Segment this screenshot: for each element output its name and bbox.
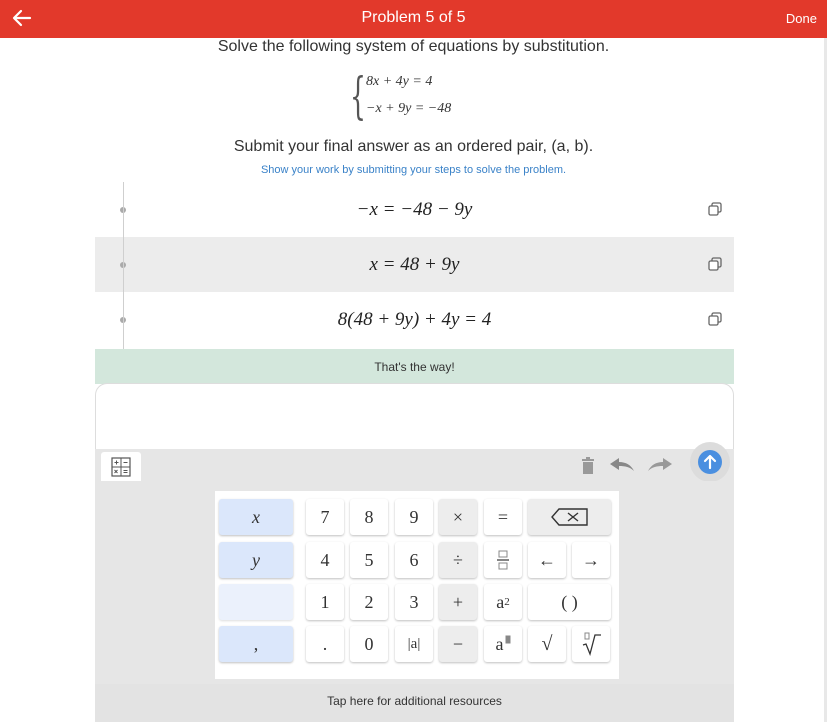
copy-icon[interactable] — [708, 202, 722, 216]
key-right-arrow[interactable]: → — [572, 542, 610, 578]
key-nth-root[interactable] — [572, 626, 610, 662]
equation-system: { 8x + 4y = 4 −x + 9y = −48 — [350, 67, 510, 125]
key-left-arrow[interactable]: ← — [528, 542, 566, 578]
key-5[interactable]: 5 — [350, 542, 388, 578]
collapse-keyboard-button[interactable] — [690, 442, 730, 482]
key-square[interactable]: a2 — [484, 584, 522, 620]
step-expression: x = 48 + 9y — [369, 253, 460, 275]
copy-icon[interactable] — [708, 257, 722, 271]
key-0[interactable]: 0 — [350, 626, 388, 662]
key-divide[interactable]: ÷ — [439, 542, 477, 578]
key-absolute-value[interactable]: |a| — [395, 626, 433, 662]
step-row[interactable]: 8(48 + 9y) + 4y = 4 — [95, 292, 734, 347]
key-decimal[interactable]: . — [306, 626, 344, 662]
key-y[interactable]: y — [219, 542, 293, 578]
submit-instruction: Submit your final answer as an ordered p… — [233, 138, 594, 155]
key-4[interactable]: 4 — [306, 542, 344, 578]
key-3[interactable]: 3 — [395, 584, 433, 620]
done-button[interactable]: Done — [786, 11, 817, 26]
equation-2: −x + 9y = −48 — [366, 101, 452, 116]
top-bar: Problem 5 of 5 Done — [0, 0, 827, 38]
key-8[interactable]: 8 — [350, 499, 388, 535]
up-arrow-icon — [698, 450, 722, 474]
answer-input[interactable] — [95, 383, 734, 449]
redo-icon[interactable] — [647, 457, 673, 473]
problem-title: Problem 5 of 5 — [361, 9, 466, 26]
key-equals[interactable]: = — [484, 499, 522, 535]
key-multiply[interactable]: × — [439, 499, 477, 535]
key-fraction[interactable] — [484, 542, 522, 578]
exponent-box-icon — [505, 635, 510, 643]
key-1[interactable]: 1 — [306, 584, 344, 620]
calculator-button[interactable] — [101, 452, 141, 482]
steps-list: −x = −48 − 9y x = 48 + 9y 8(48 + 9y) + 4… — [95, 182, 734, 347]
problem-instruction: Solve the following system of equations … — [217, 38, 610, 55]
backspace-button[interactable] — [528, 499, 611, 535]
key-x[interactable]: x — [219, 499, 293, 535]
fraction-icon — [497, 550, 509, 570]
square-base: a — [496, 591, 505, 612]
key-7[interactable]: 7 — [306, 499, 344, 535]
calculator-icon — [111, 457, 131, 477]
power-base: a — [495, 633, 504, 654]
step-row[interactable]: x = 48 + 9y — [95, 237, 734, 292]
key-9[interactable]: 9 — [395, 499, 433, 535]
key-plus[interactable]: + — [439, 584, 477, 620]
copy-icon[interactable] — [708, 312, 722, 326]
additional-resources-button[interactable]: Tap here for additional resources — [95, 684, 734, 722]
feedback-banner: That's the way! — [95, 349, 734, 384]
equation-1: 8x + 4y = 4 — [366, 74, 433, 89]
show-work-link[interactable]: Show your work by submitting your steps … — [0, 164, 827, 176]
brace-glyph: { — [350, 67, 366, 125]
square-exponent: 2 — [504, 596, 510, 608]
step-expression: 8(48 + 9y) + 4y = 4 — [337, 308, 492, 330]
nth-root-icon — [582, 632, 601, 656]
step-row[interactable]: −x = −48 − 9y — [95, 182, 734, 237]
key-2[interactable]: 2 — [350, 584, 388, 620]
key-square-root[interactable]: √ — [528, 626, 566, 662]
keyboard-toolbar — [95, 449, 734, 482]
trash-icon[interactable] — [581, 457, 595, 474]
key-6[interactable]: 6 — [395, 542, 433, 578]
key-empty[interactable] — [219, 584, 293, 620]
math-keyboard: x y , 7 8 9 × = 4 5 6 ÷ ← → 1 2 3 + a2 (… — [95, 481, 734, 684]
backspace-icon — [550, 508, 588, 526]
key-power[interactable]: a — [484, 626, 522, 662]
key-parentheses[interactable]: ( ) — [528, 584, 611, 620]
key-minus[interactable]: − — [439, 626, 477, 662]
step-expression: −x = −48 − 9y — [356, 198, 473, 220]
key-comma[interactable]: , — [219, 626, 293, 662]
undo-icon[interactable] — [609, 457, 635, 473]
